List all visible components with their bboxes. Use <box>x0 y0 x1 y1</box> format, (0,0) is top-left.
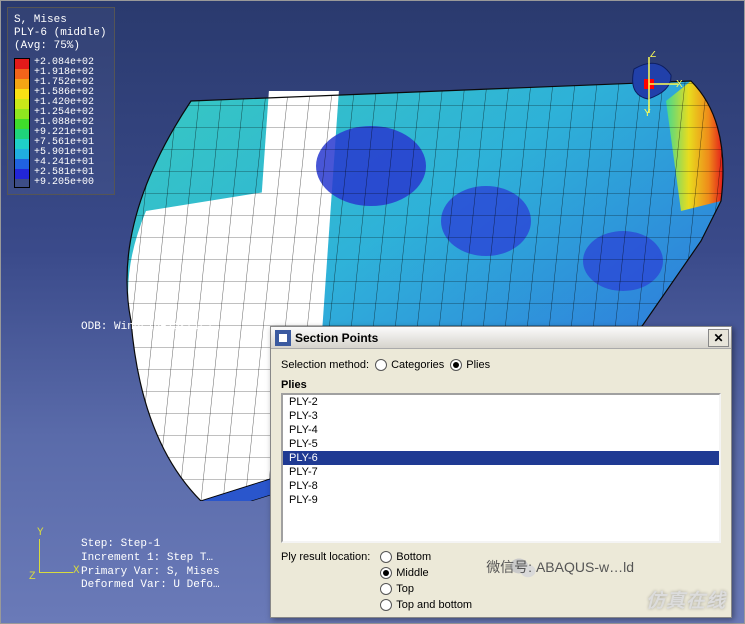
legend-swatch <box>15 69 29 79</box>
ply-location-radio[interactable] <box>380 583 392 595</box>
ply-location-label: Top <box>396 583 414 595</box>
increment-text: Increment 1: Step T… <box>81 552 220 566</box>
step-text: Step: Step-1 <box>81 538 220 552</box>
ply-item[interactable]: PLY-9 <box>283 493 719 507</box>
ply-location-radio[interactable] <box>380 551 392 563</box>
method-plies-label: Plies <box>466 359 490 371</box>
ply-item[interactable]: PLY-5 <box>283 437 719 451</box>
odb-path-text: ODB: WingLinElastic1… <box>81 321 220 333</box>
ply-location-radio[interactable] <box>380 567 392 579</box>
triad-z-label: Z <box>29 571 36 583</box>
legend-swatch <box>15 89 29 99</box>
legend-box: S, Mises PLY-6 (middle) (Avg: 75%) +2.08… <box>7 7 115 195</box>
brand-watermark: 仿真在线 <box>646 586 726 613</box>
legend-swatch <box>15 99 29 109</box>
legend-variable-name: S, Mises <box>14 14 106 27</box>
wechat-label: 微信号: ABAQUS-w…ld <box>486 557 634 577</box>
legend-swatch <box>15 109 29 119</box>
plies-listbox[interactable]: PLY-2PLY-3PLY-4PLY-5PLY-6PLY-7PLY-8PLY-9 <box>281 393 721 543</box>
legend-swatch <box>15 169 29 179</box>
ply-location-option[interactable]: Top and bottom <box>380 599 472 611</box>
method-categories-radio[interactable] <box>375 359 387 371</box>
primary-var-text: Primary Var: S, Mises <box>81 566 220 580</box>
legend-section-point: PLY-6 (middle) <box>14 27 106 40</box>
legend-tick: +9.205e+00 <box>34 178 94 188</box>
legend-swatch <box>15 59 29 69</box>
legend-tick-labels: +2.084e+02+1.918e+02+1.752e+02+1.586e+02… <box>34 58 94 188</box>
deformed-var-text: Deformed Var: U Defo… <box>81 579 220 593</box>
compass-z-label: Z <box>650 51 656 60</box>
ply-result-location-options: Bottom Middle Top Top and bottom <box>380 551 472 611</box>
ply-location-label: Bottom <box>396 551 431 563</box>
ply-item[interactable]: PLY-6 <box>283 451 719 465</box>
compass-x-label: X <box>676 79 683 90</box>
triad-y-label: Y <box>37 527 44 539</box>
method-plies-option[interactable]: Plies <box>450 359 490 371</box>
state-block: Step: Step-1 Increment 1: Step T… Primar… <box>81 538 220 593</box>
plies-group-label: Plies <box>281 379 721 391</box>
legend-swatch <box>15 159 29 169</box>
triad-x-axis <box>39 572 73 573</box>
dialog-title: Section Points <box>295 331 708 345</box>
ply-item[interactable]: PLY-7 <box>283 465 719 479</box>
compass-y-label: Y <box>644 108 651 119</box>
ply-location-option[interactable]: Middle <box>380 567 472 579</box>
view-triad: Y X Z <box>29 523 89 583</box>
ply-item[interactable]: PLY-4 <box>283 423 719 437</box>
dialog-close-button[interactable]: ✕ <box>708 329 729 347</box>
ply-location-option[interactable]: Bottom <box>380 551 472 563</box>
legend-swatch <box>15 79 29 89</box>
legend-swatch <box>15 119 29 129</box>
ply-result-location-label: Ply result location: <box>281 551 370 563</box>
ply-location-label: Middle <box>396 567 428 579</box>
ply-item[interactable]: PLY-3 <box>283 409 719 423</box>
legend-swatch <box>15 149 29 159</box>
ply-location-radio[interactable] <box>380 599 392 611</box>
ply-item[interactable]: PLY-8 <box>283 479 719 493</box>
ply-item[interactable]: PLY-2 <box>283 395 719 409</box>
triad-x-label: X <box>73 565 80 577</box>
selection-method-row: Selection method: Categories Plies <box>281 359 721 371</box>
legend-header: S, Mises PLY-6 (middle) (Avg: 75%) <box>14 14 106 54</box>
method-categories-option[interactable]: Categories <box>375 359 444 371</box>
legend-color-bar <box>14 58 30 188</box>
dialog-app-icon <box>275 330 291 346</box>
ply-location-option[interactable]: Top <box>380 583 472 595</box>
legend-swatch <box>15 139 29 149</box>
ply-location-label: Top and bottom <box>396 599 472 611</box>
selection-method-label: Selection method: <box>281 359 369 371</box>
view-compass[interactable]: Z X Y <box>614 51 684 121</box>
method-categories-label: Categories <box>391 359 444 371</box>
legend-averaging: (Avg: 75%) <box>14 40 106 53</box>
method-plies-radio[interactable] <box>450 359 462 371</box>
triad-y-axis <box>39 539 40 573</box>
legend-swatch <box>15 129 29 139</box>
dialog-titlebar[interactable]: Section Points ✕ <box>271 327 731 349</box>
